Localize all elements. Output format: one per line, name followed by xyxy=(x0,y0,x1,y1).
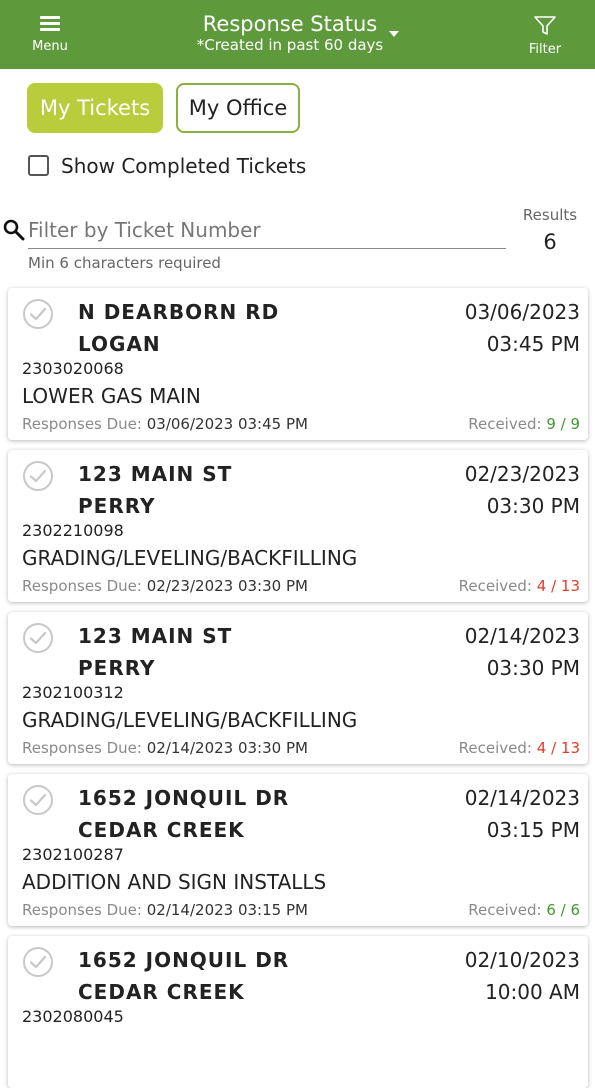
responses-due-label: Responses Due: xyxy=(22,739,142,757)
received-label: Received: xyxy=(468,415,542,433)
filter-label: Filter xyxy=(528,42,562,57)
page-subtitle: *Created in past 60 days xyxy=(196,36,384,54)
check-circle-icon xyxy=(23,947,53,977)
check-circle-icon xyxy=(23,299,53,329)
ticket-date: 03/06/2023 xyxy=(464,300,580,324)
ticket-card[interactable]: 1652 JONQUIL DR CEDAR CREEK 02/14/2023 0… xyxy=(8,774,588,926)
menu-label: Menu xyxy=(32,39,68,54)
received-count: Received: 9 / 9 xyxy=(468,414,580,434)
ticket-number-filter-input[interactable] xyxy=(28,211,506,249)
responses-due-label: Responses Due: xyxy=(22,415,142,433)
results-count: 6 xyxy=(543,230,557,254)
ticket-time: 03:45 PM xyxy=(486,332,580,356)
responses-due-label: Responses Due: xyxy=(22,901,142,919)
ticket-number: 2302100287 xyxy=(22,845,124,864)
responses-due: Responses Due: 02/23/2023 03:30 PM xyxy=(22,576,308,596)
show-completed-checkbox[interactable] xyxy=(28,155,49,176)
filter-helper-text: Min 6 characters required xyxy=(28,254,221,272)
ticket-card[interactable]: 1652 JONQUIL DR CEDAR CREEK 02/10/2023 1… xyxy=(8,936,588,1088)
ticket-date: 02/23/2023 xyxy=(464,462,580,486)
received-label: Received: xyxy=(458,739,532,757)
ticket-city: PERRY xyxy=(78,494,156,518)
ticket-address: 1652 JONQUIL DR xyxy=(78,786,290,810)
ticket-card[interactable]: 123 MAIN ST PERRY 02/14/2023 03:30 PM 23… xyxy=(8,612,588,764)
check-circle-icon xyxy=(23,623,53,653)
ticket-time: 10:00 AM xyxy=(485,980,580,1004)
responses-due-value: 02/14/2023 03:15 PM xyxy=(146,901,308,919)
responses-due: Responses Due: 02/14/2023 03:15 PM xyxy=(22,900,308,920)
ticket-city: PERRY xyxy=(78,656,156,680)
tab-my-tickets[interactable]: My Tickets xyxy=(27,83,163,133)
responses-due: Responses Due: 03/06/2023 03:45 PM xyxy=(22,414,308,434)
received-label: Received: xyxy=(458,577,532,595)
ticket-card[interactable]: 123 MAIN ST PERRY 02/23/2023 03:30 PM 23… xyxy=(8,450,588,602)
responses-due-label: Responses Due: xyxy=(22,577,142,595)
ticket-date: 02/10/2023 xyxy=(464,948,580,972)
ticket-date: 02/14/2023 xyxy=(464,624,580,648)
received-label: Received: xyxy=(468,901,542,919)
responses-due-value: 02/23/2023 03:30 PM xyxy=(146,577,308,595)
responses-due: Responses Due: 02/14/2023 03:30 PM xyxy=(22,738,308,758)
received-value: 6 / 6 xyxy=(546,901,580,919)
received-value: 4 / 13 xyxy=(536,577,580,595)
responses-due-value: 02/14/2023 03:30 PM xyxy=(146,739,308,757)
ticket-address: 123 MAIN ST xyxy=(78,462,233,486)
ticket-address: 1652 JONQUIL DR xyxy=(78,948,290,972)
ticket-city: LOGAN xyxy=(78,332,161,356)
status-selector[interactable]: Response Status *Created in past 60 days xyxy=(180,12,400,54)
received-value: 9 / 9 xyxy=(546,415,580,433)
filter-button[interactable]: Filter xyxy=(522,16,568,57)
ticket-date: 02/14/2023 xyxy=(464,786,580,810)
ticket-number: 2302080045 xyxy=(22,1007,124,1026)
ticket-number: 2302100312 xyxy=(22,683,124,702)
ticket-work-type: GRADING/LEVELING/BACKFILLING xyxy=(22,546,358,570)
ticket-address: N DEARBORN RD xyxy=(78,300,280,324)
ticket-number: 2302210098 xyxy=(22,521,124,540)
dropdown-caret-icon[interactable] xyxy=(389,31,399,37)
search-icon xyxy=(3,219,25,241)
ticket-card[interactable]: N DEARBORN RD LOGAN 03/06/2023 03:45 PM … xyxy=(8,288,588,440)
results-label: Results xyxy=(522,206,578,224)
ticket-address: 123 MAIN ST xyxy=(78,624,233,648)
app-header: Menu Response Status *Created in past 60… xyxy=(0,0,595,69)
ticket-time: 03:30 PM xyxy=(486,656,580,680)
show-completed-label: Show Completed Tickets xyxy=(61,154,307,178)
received-value: 4 / 13 xyxy=(536,739,580,757)
hamburger-icon xyxy=(40,16,60,32)
ticket-time: 03:30 PM xyxy=(486,494,580,518)
check-circle-icon xyxy=(23,461,53,491)
tab-my-office[interactable]: My Office xyxy=(176,83,300,133)
page-title: Response Status xyxy=(202,12,378,36)
ticket-number: 2303020068 xyxy=(22,359,124,378)
received-count: Received: 4 / 13 xyxy=(459,576,580,596)
ticket-time: 03:15 PM xyxy=(486,818,580,842)
ticket-city: CEDAR CREEK xyxy=(78,818,245,842)
menu-button[interactable]: Menu xyxy=(28,14,72,54)
received-count: Received: 4 / 13 xyxy=(459,738,580,758)
ticket-city: CEDAR CREEK xyxy=(78,980,245,1004)
ticket-work-type: GRADING/LEVELING/BACKFILLING xyxy=(22,708,358,732)
ticket-work-type: LOWER GAS MAIN xyxy=(22,384,201,408)
check-circle-icon xyxy=(23,785,53,815)
funnel-icon xyxy=(534,16,556,35)
responses-due-value: 03/06/2023 03:45 PM xyxy=(146,415,308,433)
received-count: Received: 6 / 6 xyxy=(468,900,580,920)
ticket-work-type: ADDITION AND SIGN INSTALLS xyxy=(22,870,327,894)
